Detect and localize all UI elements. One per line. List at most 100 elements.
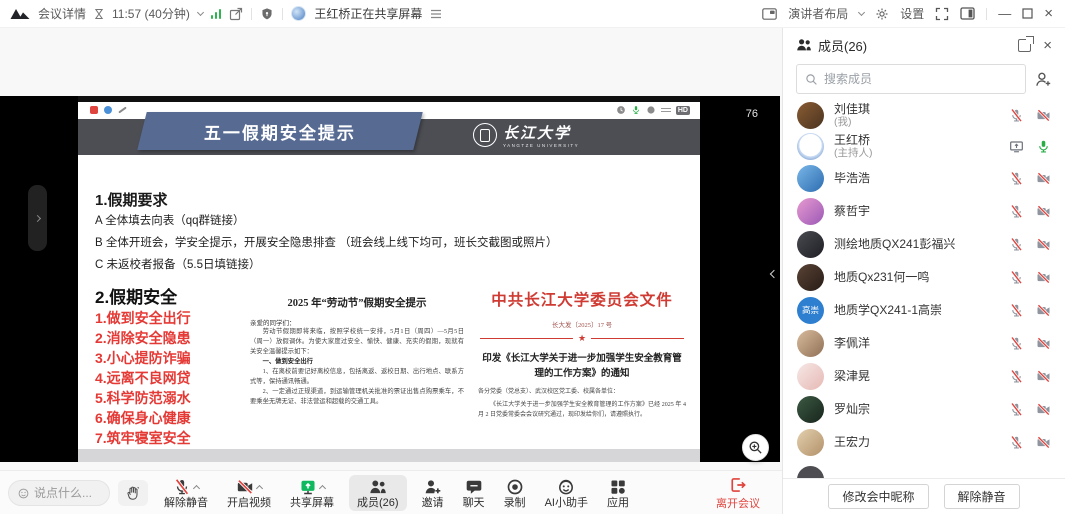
- invite-tool-button[interactable]: 邀请: [418, 476, 448, 511]
- security-icon[interactable]: [260, 7, 274, 21]
- leave-meeting-button[interactable]: 离开会议: [716, 476, 760, 511]
- safety-item: 2.消除安全隐患: [95, 329, 191, 349]
- member-name: 罗灿宗: [834, 403, 999, 417]
- mic-muted-icon: [1009, 108, 1024, 123]
- safety-item: 1.做到安全出行: [95, 309, 191, 329]
- member-row[interactable]: 罗灿宗: [783, 393, 1065, 426]
- video-strip-expand-handle[interactable]: [28, 185, 47, 251]
- shared-screen-video: HD 五一假期安全提示 长江大学 YANGTZE UNIVERSITY 1.假期…: [0, 96, 780, 462]
- member-row[interactable]: 蔡哲宇: [783, 195, 1065, 228]
- member-name: 蔡哲宇: [834, 205, 999, 219]
- safety-item: 4.远离不良网贷: [95, 369, 191, 389]
- network-speed-indicator: [661, 106, 671, 114]
- open-window-icon[interactable]: [229, 7, 243, 21]
- camera-off-icon: [1036, 369, 1051, 384]
- settings-button[interactable]: 设置: [900, 5, 924, 22]
- mic-muted-icon: [1009, 171, 1024, 186]
- member-row-host[interactable]: 王红桥 (主持人): [783, 131, 1065, 162]
- member-search-box[interactable]: [796, 64, 1026, 94]
- raise-hand-button[interactable]: [118, 480, 148, 506]
- meeting-details-button[interactable]: 会议详情: [38, 5, 86, 22]
- member-name: 测绘地质QX241彭福兴: [834, 238, 999, 252]
- members-panel-footer: 修改会中昵称 解除静音: [783, 478, 1065, 514]
- quick-message-box[interactable]: [8, 480, 110, 506]
- ai-assistant-tool-button[interactable]: AI小助手: [541, 476, 592, 511]
- mic-options-icon[interactable]: [193, 484, 200, 491]
- avatar: [797, 264, 824, 291]
- chat-tool-button[interactable]: 聊天: [459, 476, 489, 511]
- member-name: 梁津晃: [834, 370, 999, 384]
- avatar: [797, 198, 824, 225]
- members-panel-title: 成员(26): [818, 36, 867, 55]
- fullscreen-icon[interactable]: [935, 7, 949, 21]
- notice-paragraph: 劳动节假期即将来临，按照学校统一安排，5月1日（周四）—5月5日（周一）放假调休…: [250, 327, 464, 357]
- panel-collapse-handle[interactable]: [771, 264, 777, 282]
- member-subtitle: (主持人): [834, 147, 999, 159]
- camera-off-icon: [1036, 270, 1051, 285]
- page-number: 76: [746, 108, 758, 120]
- leave-meeting-icon: [729, 476, 747, 494]
- members-icon: [796, 37, 812, 53]
- meeting-timer[interactable]: 11:57 (40分钟): [112, 5, 190, 22]
- official-red-header-document: 中共长江大学委员会文件 长大发〔2025〕17 号 ★ 印发《长江大学关于进一步…: [478, 288, 686, 420]
- clock-icon: [616, 105, 626, 115]
- share-options-icon[interactable]: [319, 484, 326, 491]
- close-panel-icon[interactable]: ×: [1043, 38, 1052, 53]
- search-icon: [805, 73, 818, 86]
- section-title: 2.假期安全: [95, 283, 191, 308]
- member-row[interactable]: 王宏力: [783, 426, 1065, 459]
- zoom-in-button[interactable]: [742, 434, 769, 461]
- member-name: 毕浩浩: [834, 172, 999, 186]
- avatar: [797, 429, 824, 456]
- change-nickname-button[interactable]: 修改会中昵称: [828, 484, 928, 509]
- slide-title: 五一假期安全提示: [204, 119, 356, 144]
- record-tool-button[interactable]: 录制: [500, 476, 530, 511]
- layout-dropdown-icon[interactable]: [858, 9, 865, 16]
- mic-muted-icon: [1009, 204, 1024, 219]
- meeting-window: 会议详情 11:57 (40分钟) 王红桥正在共享屏幕 演讲者布局 设置 — ×: [0, 0, 1065, 514]
- avatar: [797, 396, 824, 423]
- labor-day-notice-document: 2025 年“劳动节”假期安全提示 亲爱的同学们： 劳动节假期即将来临，按照学校…: [250, 295, 464, 408]
- member-row[interactable]: 李佩洋: [783, 327, 1065, 360]
- window-close-button[interactable]: ×: [1044, 6, 1053, 21]
- members-tool-button[interactable]: 成员(26): [349, 475, 407, 511]
- popout-panel-icon[interactable]: [1018, 39, 1031, 52]
- video-options-icon[interactable]: [256, 484, 263, 491]
- camera-off-icon: [1036, 204, 1051, 219]
- timer-dropdown-icon[interactable]: [197, 9, 204, 16]
- quick-message-input[interactable]: [34, 486, 100, 500]
- status-dot-icon: [646, 105, 656, 115]
- unmute-tool-button[interactable]: 解除静音: [160, 476, 212, 511]
- official-doc-title: 印发《长江大学关于进一步加强学生安全教育管理的工作方案》的通知: [478, 352, 686, 381]
- start-video-tool-button[interactable]: 开启视频: [223, 476, 275, 511]
- share-toolbar-icon[interactable]: [430, 9, 442, 19]
- camera-off-icon: [236, 478, 254, 496]
- share-screen-tool-button[interactable]: 共享屏幕: [286, 476, 338, 511]
- member-list[interactable]: 刘佳琪 (我) 王红桥 (主持人): [783, 100, 1065, 478]
- emoji-icon: [18, 487, 29, 500]
- side-panel-toggle-icon[interactable]: [960, 7, 975, 20]
- member-row[interactable]: 毕浩浩: [783, 162, 1065, 195]
- star-icon: ★: [573, 333, 591, 344]
- add-member-icon[interactable]: [1035, 71, 1052, 88]
- window-maximize-button[interactable]: [1022, 8, 1033, 19]
- member-row[interactable]: 测绘地质QX241彭福兴: [783, 228, 1065, 261]
- member-name: 地质学QX241-1高崇: [834, 304, 999, 318]
- avatar: [797, 165, 824, 192]
- mic-muted-icon: [1009, 303, 1024, 318]
- member-row[interactable]: 梁津晃: [783, 360, 1065, 393]
- window-minimize-button[interactable]: —: [998, 7, 1011, 20]
- official-doc-paragraph: 《长江大学关于进一步加强学生安全教育管理的工作方案》已经 2025 年 4 月 …: [478, 400, 686, 420]
- search-input[interactable]: [824, 72, 1017, 86]
- slide-title-banner: 五一假期安全提示: [137, 112, 422, 150]
- unmute-button[interactable]: 解除静音: [944, 484, 1020, 509]
- screen-sharing-icon: [1009, 139, 1024, 154]
- record-icon: [506, 478, 524, 496]
- apps-tool-button[interactable]: 应用: [603, 476, 633, 511]
- layout-switcher[interactable]: 演讲者布局: [788, 5, 848, 22]
- red-divider: ★: [478, 333, 686, 344]
- member-row[interactable]: 高崇 地质学QX241-1高崇: [783, 294, 1065, 327]
- member-row[interactable]: 刘佳琪 (我): [783, 100, 1065, 131]
- member-subtitle: (我): [834, 116, 999, 128]
- member-row[interactable]: 地质Qx231何一鸣: [783, 261, 1065, 294]
